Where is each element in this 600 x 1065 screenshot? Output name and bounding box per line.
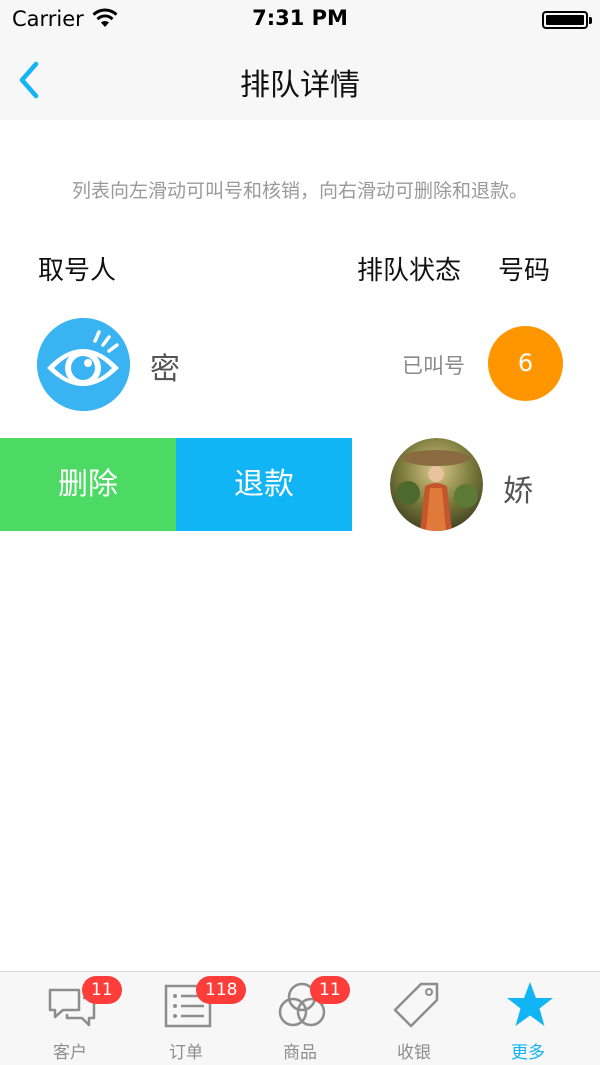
page-title: 排队详情 (240, 68, 360, 103)
queue-status: 已叫号 (402, 354, 465, 378)
tab-label: 收银 (397, 1043, 431, 1063)
tab-label: 客户 (53, 1043, 87, 1063)
taker-name: 娇 (503, 474, 533, 509)
tab-customers[interactable]: 11 客户 (10, 972, 130, 1065)
nav-bar: 排队详情 (0, 40, 600, 120)
swipe-hint: 列表向左滑动可叫号和核销，向右滑动可删除和退款。 (71, 180, 528, 202)
tab-products[interactable]: 11 商品 (240, 972, 360, 1065)
refund-button[interactable]: 退款 (176, 438, 352, 531)
notification-badge: 11 (310, 976, 350, 1004)
queue-number-badge: 6 (488, 326, 563, 401)
column-header-taker: 取号人 (38, 256, 117, 286)
avatar (37, 318, 130, 411)
taker-name: 密 (150, 352, 180, 387)
tab-more[interactable]: 更多 (468, 972, 588, 1065)
notification-badge: 118 (196, 976, 247, 1004)
queue-row[interactable]: 删除 退款 娇 (0, 438, 600, 531)
notification-badge: 11 (82, 976, 122, 1004)
eye-icon (37, 318, 130, 411)
tab-orders[interactable]: 118 订单 (126, 972, 247, 1065)
tab-bar: 11 客户 118 订单 11 商品 收银 更多 (0, 971, 600, 1065)
status-time: 7:31 PM (252, 6, 348, 30)
status-bar: Carrier 7:31 PM (0, 0, 600, 40)
column-header-number: 号码 (498, 256, 551, 286)
battery-icon (542, 11, 592, 29)
price-tag-icon (393, 982, 439, 1028)
tab-label: 更多 (511, 1043, 545, 1063)
queue-row[interactable]: 密 已叫号 6 (0, 318, 600, 411)
tab-label: 商品 (283, 1043, 317, 1063)
tab-label: 订单 (169, 1043, 203, 1063)
column-header-status: 排队状态 (357, 256, 462, 286)
star-icon (507, 982, 553, 1026)
delete-button[interactable]: 删除 (0, 438, 176, 531)
avatar (390, 438, 483, 531)
portrait-painting-icon (390, 438, 483, 531)
tab-cashier[interactable]: 收银 (354, 972, 474, 1065)
